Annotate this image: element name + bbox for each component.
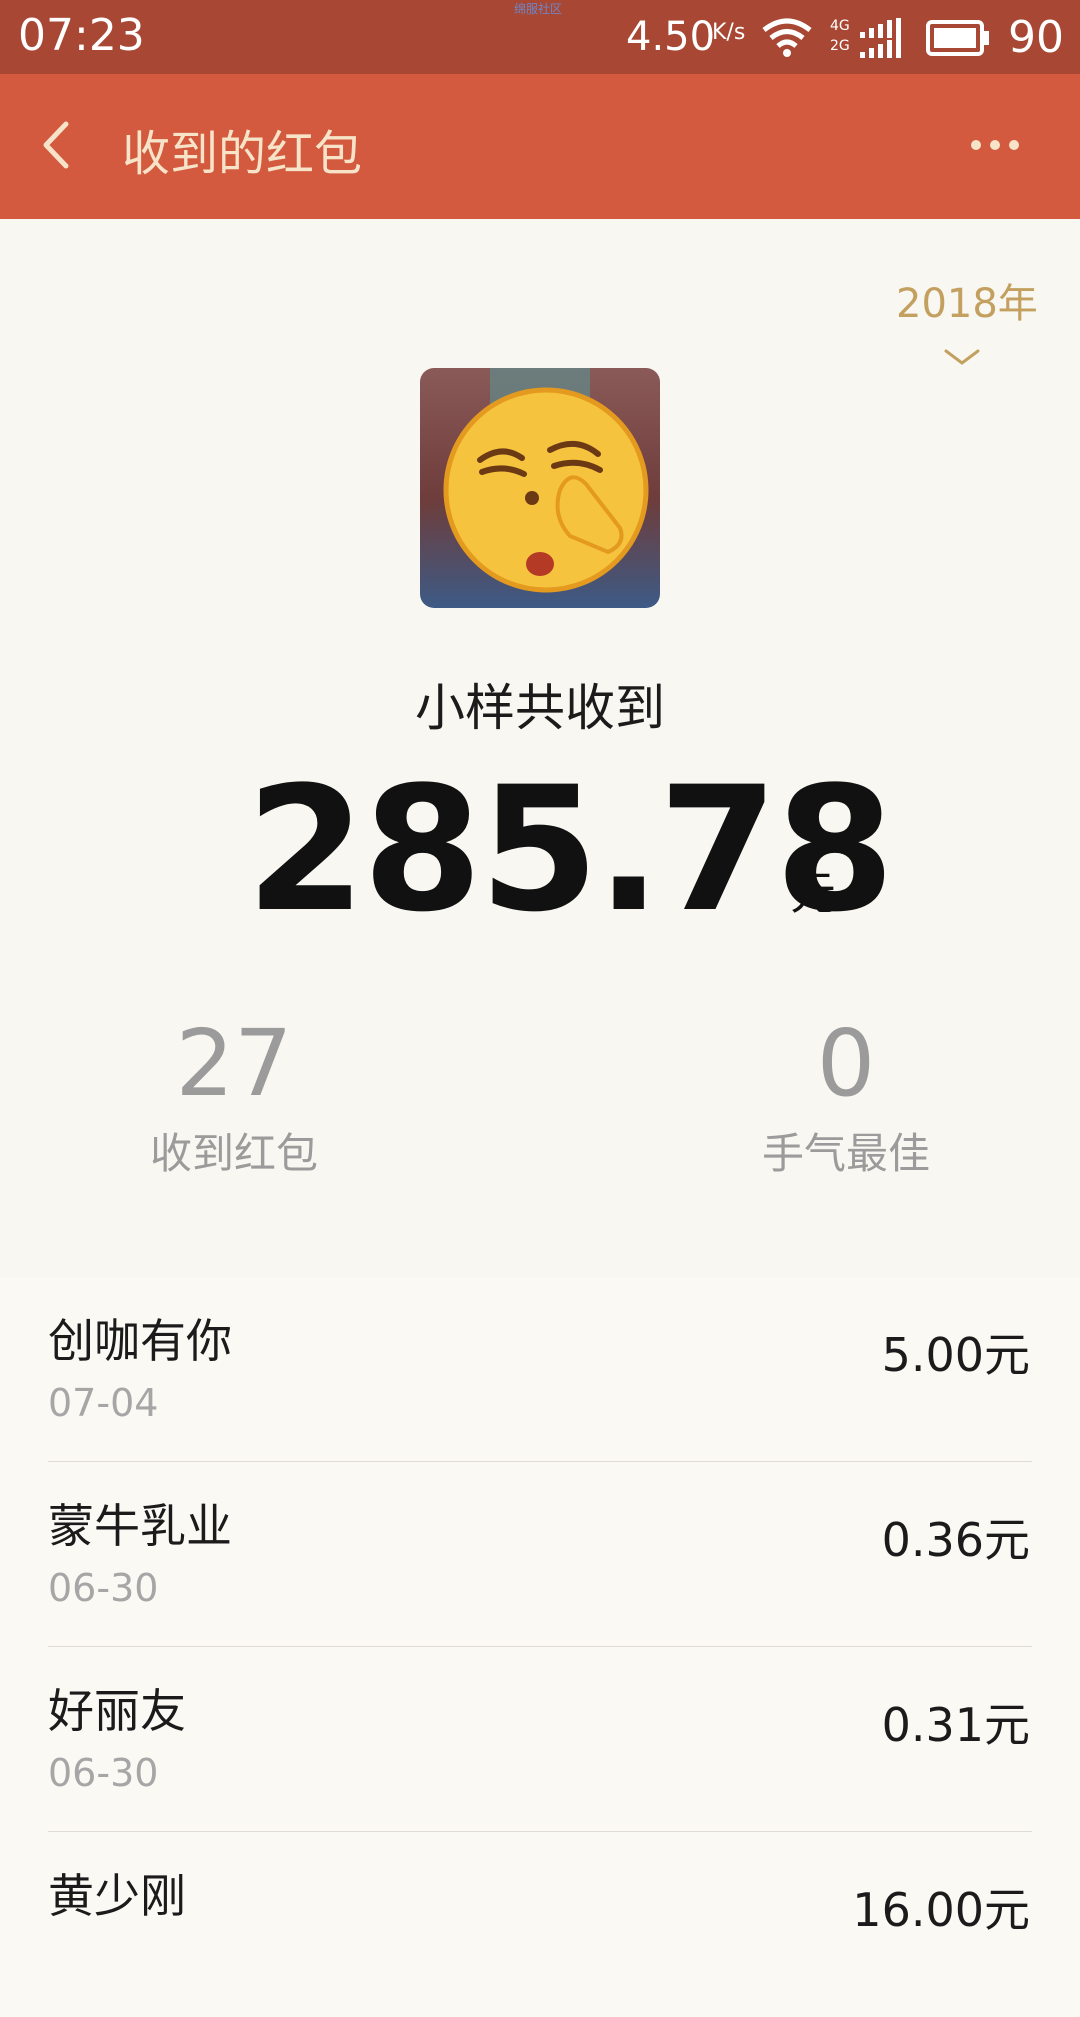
status-bar: 07:23 绵服社区 4.50 K/s 4G 2G 90 bbox=[0, 0, 1080, 74]
received-amount: 16.00元 bbox=[852, 1883, 1030, 1937]
sender-name: 好丽友 bbox=[48, 1684, 186, 1738]
list-item[interactable]: 好丽友 06-30 0.31元 bbox=[0, 1647, 1080, 1832]
more-button[interactable] bbox=[950, 120, 1040, 170]
back-button[interactable] bbox=[26, 110, 96, 180]
received-amount: 0.31元 bbox=[881, 1698, 1030, 1752]
best-luck-label: 手气最佳 bbox=[761, 1129, 930, 1178]
list-item[interactable]: 黄少刚 16.00元 bbox=[0, 1832, 1080, 2017]
app-header: 收到的红包 bbox=[0, 74, 1080, 219]
summary-section: 2018年 小样共收到 285.78 元 27 收到红包 0 手气最佳 bbox=[0, 219, 1080, 1277]
chevron-left-icon bbox=[43, 121, 69, 169]
battery-icon bbox=[926, 20, 989, 56]
more-dots-icon bbox=[971, 140, 1019, 150]
network-speed-unit: K/s bbox=[712, 20, 746, 45]
red-packet-list: 创咖有你 07-04 5.00元 蒙牛乳业 06-30 0.36元 好丽友 06… bbox=[0, 1277, 1080, 2017]
list-item[interactable]: 创咖有你 07-04 5.00元 bbox=[0, 1277, 1080, 1462]
stat-received-count: 27 收到红包 bbox=[84, 1014, 384, 1181]
sender-name: 蒙牛乳业 bbox=[48, 1499, 232, 1553]
received-date: 06-30 bbox=[48, 1566, 159, 1610]
avatar bbox=[420, 368, 660, 608]
chevron-down-icon[interactable] bbox=[940, 343, 984, 371]
received-amount: 0.36元 bbox=[881, 1513, 1030, 1567]
wifi-icon bbox=[762, 18, 812, 57]
sender-name: 创咖有你 bbox=[48, 1314, 232, 1368]
receiver-label: 小样共收到 bbox=[415, 679, 665, 737]
battery-level: 90 bbox=[1008, 12, 1064, 63]
stat-best-luck: 0 手气最佳 bbox=[696, 1014, 996, 1181]
page-title: 收到的红包 bbox=[122, 126, 363, 182]
watermark-text: 绵服社区 bbox=[514, 2, 563, 16]
signal-bars-icon bbox=[860, 18, 901, 58]
received-date: 06-30 bbox=[48, 1751, 159, 1795]
signal-icon: 4G 2G bbox=[830, 18, 906, 60]
network-label-4g: 4G bbox=[830, 18, 850, 34]
status-time: 07:23 bbox=[18, 10, 145, 61]
best-luck-value: 0 bbox=[816, 1010, 876, 1117]
emoji-face-icon bbox=[443, 368, 649, 593]
received-count-label: 收到红包 bbox=[149, 1129, 318, 1178]
total-amount-unit: 元 bbox=[790, 866, 836, 920]
received-count-value: 27 bbox=[175, 1010, 293, 1117]
received-date: 07-04 bbox=[48, 1381, 159, 1425]
sender-name: 黄少刚 bbox=[48, 1869, 186, 1923]
network-label-2g: 2G bbox=[830, 38, 850, 54]
year-selector[interactable]: 2018年 bbox=[896, 271, 1038, 329]
list-item[interactable]: 蒙牛乳业 06-30 0.36元 bbox=[0, 1462, 1080, 1647]
network-speed: 4.50 bbox=[626, 14, 716, 60]
received-amount: 5.00元 bbox=[881, 1328, 1030, 1382]
